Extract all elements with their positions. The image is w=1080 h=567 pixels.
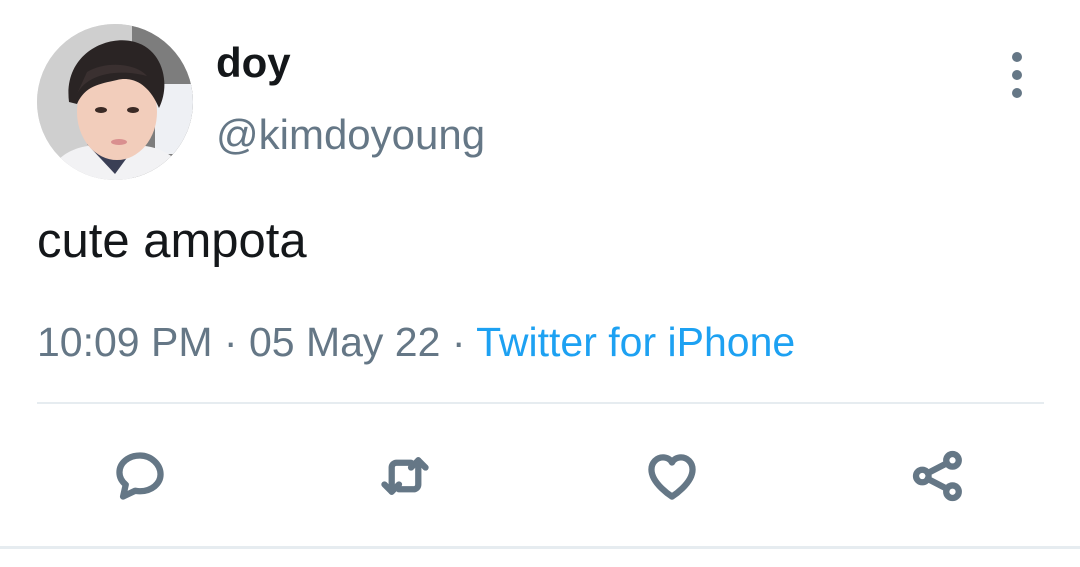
- share-nodes-icon: [912, 450, 962, 502]
- author-display-name[interactable]: doy: [216, 38, 291, 88]
- heart-icon: [648, 454, 696, 500]
- meta-separator: ·: [451, 319, 466, 365]
- divider: [37, 402, 1044, 404]
- tweet-meta: 10:09 PM · 05 May 22 · Twitter for iPhon…: [37, 316, 795, 368]
- retweet-arrows-icon: [381, 457, 429, 495]
- author-handle[interactable]: @kimdoyoung: [216, 110, 485, 160]
- like-button[interactable]: [642, 446, 702, 506]
- retweet-button[interactable]: [375, 446, 435, 506]
- author-avatar[interactable]: [37, 24, 193, 180]
- share-button[interactable]: [908, 446, 968, 506]
- bottom-divider: [0, 546, 1080, 549]
- tweet-source-link[interactable]: Twitter for iPhone: [476, 319, 795, 365]
- avatar-photo: [37, 24, 193, 180]
- tweet-date: 05 May 22: [248, 319, 441, 365]
- speech-bubble-icon: [116, 452, 164, 500]
- more-dot: [1012, 70, 1022, 80]
- more-dot: [1012, 52, 1022, 62]
- reply-button[interactable]: [110, 446, 170, 506]
- meta-separator: ·: [223, 319, 238, 365]
- tweet-text: cute ampota: [37, 214, 307, 268]
- more-options-icon[interactable]: [996, 52, 1038, 98]
- more-dot: [1012, 88, 1022, 98]
- tweet-time: 10:09 PM: [37, 319, 213, 365]
